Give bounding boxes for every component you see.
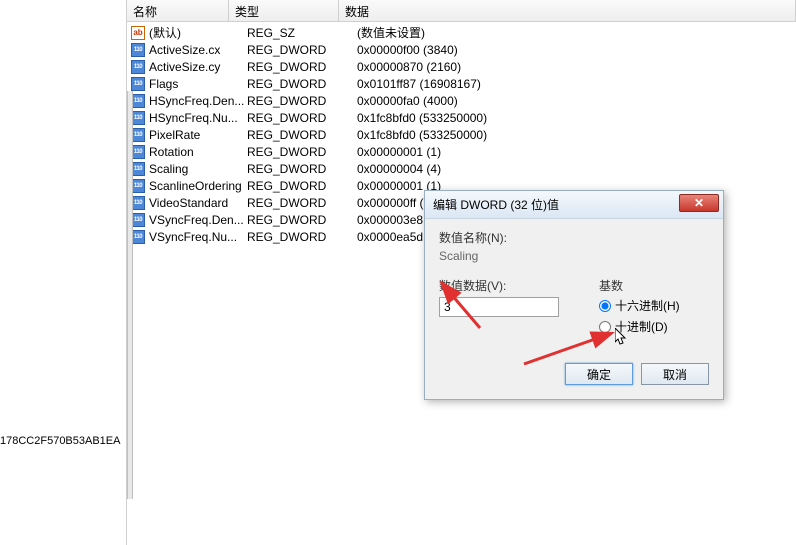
- edit-dword-dialog: 编辑 DWORD (32 位)值 ✕ 数值名称(N): Scaling 数值数据…: [424, 190, 724, 400]
- row-name: ScanlineOrdering: [149, 179, 247, 193]
- row-name: Scaling: [149, 162, 247, 176]
- base-label: 基数: [599, 277, 709, 294]
- reg-dword-icon: [131, 179, 145, 193]
- row-data: 0x00000fa0 (4000): [357, 94, 796, 108]
- row-data: 0x00000001 (1): [357, 145, 796, 159]
- row-type: REG_DWORD: [247, 77, 357, 91]
- row-type: REG_DWORD: [247, 60, 357, 74]
- row-type: REG_DWORD: [247, 230, 357, 244]
- table-row[interactable]: RotationREG_DWORD0x00000001 (1): [127, 143, 796, 160]
- table-row[interactable]: HSyncFreq.Den...REG_DWORD0x00000fa0 (400…: [127, 92, 796, 109]
- ok-button[interactable]: 确定: [565, 363, 633, 385]
- header-name[interactable]: 名称: [127, 0, 229, 21]
- row-data: 0x1fc8bfd0 (533250000): [357, 128, 796, 142]
- table-row[interactable]: HSyncFreq.Nu...REG_DWORD0x1fc8bfd0 (5332…: [127, 109, 796, 126]
- dialog-titlebar[interactable]: 编辑 DWORD (32 位)值 ✕: [425, 191, 723, 219]
- row-data: 0x00000870 (2160): [357, 60, 796, 74]
- table-row[interactable]: ActiveSize.cxREG_DWORD0x00000f00 (3840): [127, 41, 796, 58]
- row-type: REG_DWORD: [247, 43, 357, 57]
- reg-dword-icon: [131, 128, 145, 142]
- row-type: REG_DWORD: [247, 196, 357, 210]
- reg-dword-icon: [131, 77, 145, 91]
- reg-dword-icon: [131, 230, 145, 244]
- value-name-label: 数值名称(N):: [439, 229, 709, 246]
- row-type: REG_DWORD: [247, 111, 357, 125]
- row-data: 0x0101ff87 (16908167): [357, 77, 796, 91]
- reg-dword-icon: [131, 196, 145, 210]
- radio-hex-label: 十六进制(H): [615, 297, 680, 314]
- row-name: (默认): [149, 24, 247, 41]
- reg-dword-icon: [131, 111, 145, 125]
- row-type: REG_DWORD: [247, 213, 357, 227]
- table-row[interactable]: FlagsREG_DWORD0x0101ff87 (16908167): [127, 75, 796, 92]
- radio-dec[interactable]: 十进制(D): [599, 318, 709, 335]
- radio-hex-input[interactable]: [599, 300, 611, 312]
- reg-dword-icon: [131, 162, 145, 176]
- row-name: VideoStandard: [149, 196, 247, 210]
- row-type: REG_DWORD: [247, 94, 357, 108]
- value-data-label: 数值数据(V):: [439, 277, 579, 294]
- value-name-text: Scaling: [439, 249, 709, 263]
- row-name: VSyncFreq.Den...: [149, 213, 247, 227]
- row-data: 0x1fc8bfd0 (533250000): [357, 111, 796, 125]
- radio-hex[interactable]: 十六进制(H): [599, 297, 709, 314]
- row-type: REG_DWORD: [247, 179, 357, 193]
- radio-dec-input[interactable]: [599, 321, 611, 333]
- row-name: ActiveSize.cx: [149, 43, 247, 57]
- row-name: VSyncFreq.Nu...: [149, 230, 247, 244]
- row-name: HSyncFreq.Nu...: [149, 111, 247, 125]
- reg-dword-icon: [131, 60, 145, 74]
- tree-item-text[interactable]: 178CC2F570B53AB1EA: [0, 435, 120, 447]
- reg-sz-icon: [131, 26, 145, 40]
- list-header: 名称 类型 数据: [127, 0, 796, 22]
- row-name: PixelRate: [149, 128, 247, 142]
- dialog-title: 编辑 DWORD (32 位)值: [433, 196, 559, 213]
- close-button[interactable]: ✕: [679, 194, 719, 212]
- panel-splitter[interactable]: [127, 91, 133, 499]
- row-name: Rotation: [149, 145, 247, 159]
- row-name: HSyncFreq.Den...: [149, 94, 247, 108]
- tree-panel[interactable]: 178CC2F570B53AB1EA: [0, 0, 127, 545]
- row-data: 0x00000004 (4): [357, 162, 796, 176]
- reg-dword-icon: [131, 43, 145, 57]
- reg-dword-icon: [131, 145, 145, 159]
- row-type: REG_DWORD: [247, 145, 357, 159]
- reg-dword-icon: [131, 94, 145, 108]
- header-data[interactable]: 数据: [339, 0, 796, 21]
- table-row[interactable]: ActiveSize.cyREG_DWORD0x00000870 (2160): [127, 58, 796, 75]
- row-type: REG_SZ: [247, 26, 357, 40]
- row-data: 0x00000f00 (3840): [357, 43, 796, 57]
- close-icon: ✕: [694, 196, 704, 210]
- value-data-input[interactable]: [439, 297, 559, 317]
- reg-dword-icon: [131, 213, 145, 227]
- table-row[interactable]: ScalingREG_DWORD0x00000004 (4): [127, 160, 796, 177]
- table-row[interactable]: PixelRateREG_DWORD0x1fc8bfd0 (533250000): [127, 126, 796, 143]
- row-type: REG_DWORD: [247, 162, 357, 176]
- row-data: (数值未设置): [357, 24, 796, 41]
- radio-dec-label: 十进制(D): [615, 318, 668, 335]
- row-name: Flags: [149, 77, 247, 91]
- row-type: REG_DWORD: [247, 128, 357, 142]
- row-name: ActiveSize.cy: [149, 60, 247, 74]
- header-type[interactable]: 类型: [229, 0, 339, 21]
- cancel-button[interactable]: 取消: [641, 363, 709, 385]
- table-row[interactable]: (默认)REG_SZ(数值未设置): [127, 24, 796, 41]
